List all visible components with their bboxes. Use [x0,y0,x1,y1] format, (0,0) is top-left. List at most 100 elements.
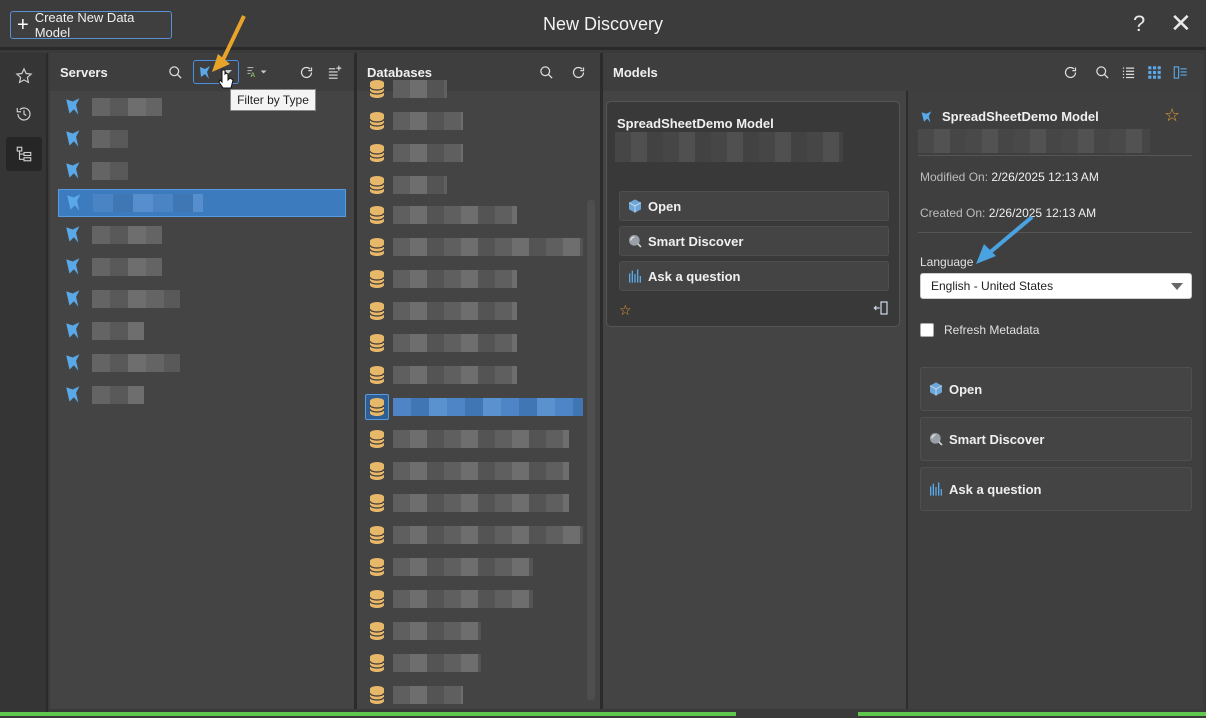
details-smart-discover-button[interactable]: Smart Discover [920,417,1192,461]
details-view-icon[interactable] [1169,61,1191,83]
server-item[interactable] [58,157,346,185]
status-progress-bar [0,712,736,716]
cube-icon [927,380,945,398]
card-smart-discover-label: Smart Discover [648,233,744,249]
server-item[interactable] [58,285,346,313]
database-item[interactable] [365,265,585,293]
server-type-icon [66,226,80,243]
create-data-model-label: Create New Data Model [34,10,135,40]
plus-icon: + [17,14,29,36]
database-name-redacted [393,176,447,194]
database-item[interactable] [365,617,585,645]
database-item[interactable] [365,457,585,485]
details-open-button[interactable]: Open [920,367,1192,411]
database-item[interactable] [365,329,585,357]
databases-panel: Databases [357,53,600,709]
help-icon[interactable]: ? [1133,11,1145,37]
database-item[interactable] [365,139,585,167]
database-item[interactable] [365,107,585,135]
database-name-redacted [393,398,583,416]
database-name-redacted [393,590,533,608]
database-icon [365,362,389,388]
database-item[interactable] [365,233,585,261]
refresh-metadata[interactable]: Refresh Metadata [920,323,1039,337]
database-item[interactable] [365,201,585,229]
server-type-icon [66,162,80,179]
window-title: New Discovery [542,14,664,34]
divider [918,155,1192,156]
database-icon [365,330,389,356]
open-details-icon[interactable] [873,300,889,319]
favorite-star-icon[interactable]: ☆ [1164,105,1180,126]
database-icon [365,266,389,292]
search-icon[interactable] [1091,61,1113,83]
svg-text:A: A [250,72,255,79]
server-type-icon [66,290,80,307]
database-icon [365,426,389,452]
database-name-redacted [393,334,517,352]
close-icon[interactable]: ✕ [1170,10,1192,36]
refresh-icon[interactable] [295,61,317,83]
database-item[interactable] [365,585,585,613]
add-server-icon[interactable] [323,61,345,83]
card-open-button[interactable]: Open [619,191,889,221]
database-item[interactable] [365,489,585,517]
language-label: Language [920,255,974,269]
ask-question-icon [626,267,644,285]
server-item[interactable] [58,317,346,345]
details-ask-question-button[interactable]: Ask a question [920,467,1192,511]
language-select[interactable]: English - United States [920,273,1192,299]
database-icon [365,522,389,548]
database-item[interactable] [365,681,585,709]
database-icon [365,490,389,516]
server-type-icon [66,258,80,275]
database-icon [365,76,389,102]
grid-view-icon[interactable] [1143,61,1165,83]
server-item[interactable] [58,349,346,377]
database-item[interactable] [365,297,585,325]
favorite-star-icon[interactable]: ☆ [619,302,632,319]
database-name-redacted [393,366,517,384]
servers-title: Servers [60,64,108,80]
server-name-redacted [92,290,180,308]
database-name-redacted [393,686,463,704]
server-type-icon [66,322,80,339]
databases-scrollbar[interactable] [587,200,595,700]
model-card[interactable]: SpreadSheetDemo Model Open Smart Discove… [606,101,900,327]
tree-view-icon[interactable] [6,137,42,171]
servers-header: Servers A [50,53,354,91]
server-name-redacted [92,162,128,180]
server-item[interactable] [58,381,346,409]
database-item[interactable] [365,361,585,389]
refresh-metadata-checkbox[interactable] [920,323,934,337]
smart-discover-icon [626,232,644,250]
database-icon [365,554,389,580]
card-open-label: Open [648,198,682,214]
database-name-redacted [393,462,569,480]
card-ask-question-button[interactable]: Ask a question [619,261,889,291]
database-icon [365,650,389,676]
server-item[interactable] [58,221,346,249]
server-item[interactable] [58,253,346,281]
database-item[interactable] [365,171,585,199]
database-item[interactable] [365,649,585,677]
database-icon [365,172,389,198]
models-title: Models [613,64,658,80]
create-data-model-button[interactable]: + Create New Data Model [10,10,172,40]
details-ask-question-label: Ask a question [949,481,1042,497]
model-card-title: SpreadSheetDemo Model [617,116,774,131]
database-item[interactable] [365,75,585,103]
database-name-redacted [393,558,533,576]
database-item[interactable] [365,393,585,421]
favorites-star-icon[interactable] [6,59,42,93]
search-icon[interactable] [164,61,186,83]
database-item[interactable] [365,425,585,453]
card-smart-discover-button[interactable]: Smart Discover [619,226,889,256]
database-item[interactable] [365,553,585,581]
database-item[interactable] [365,521,585,549]
server-item[interactable] [58,189,346,217]
history-icon[interactable] [6,97,42,131]
refresh-icon[interactable] [1059,61,1081,83]
server-item[interactable] [58,125,346,153]
list-view-icon[interactable] [1117,61,1139,83]
